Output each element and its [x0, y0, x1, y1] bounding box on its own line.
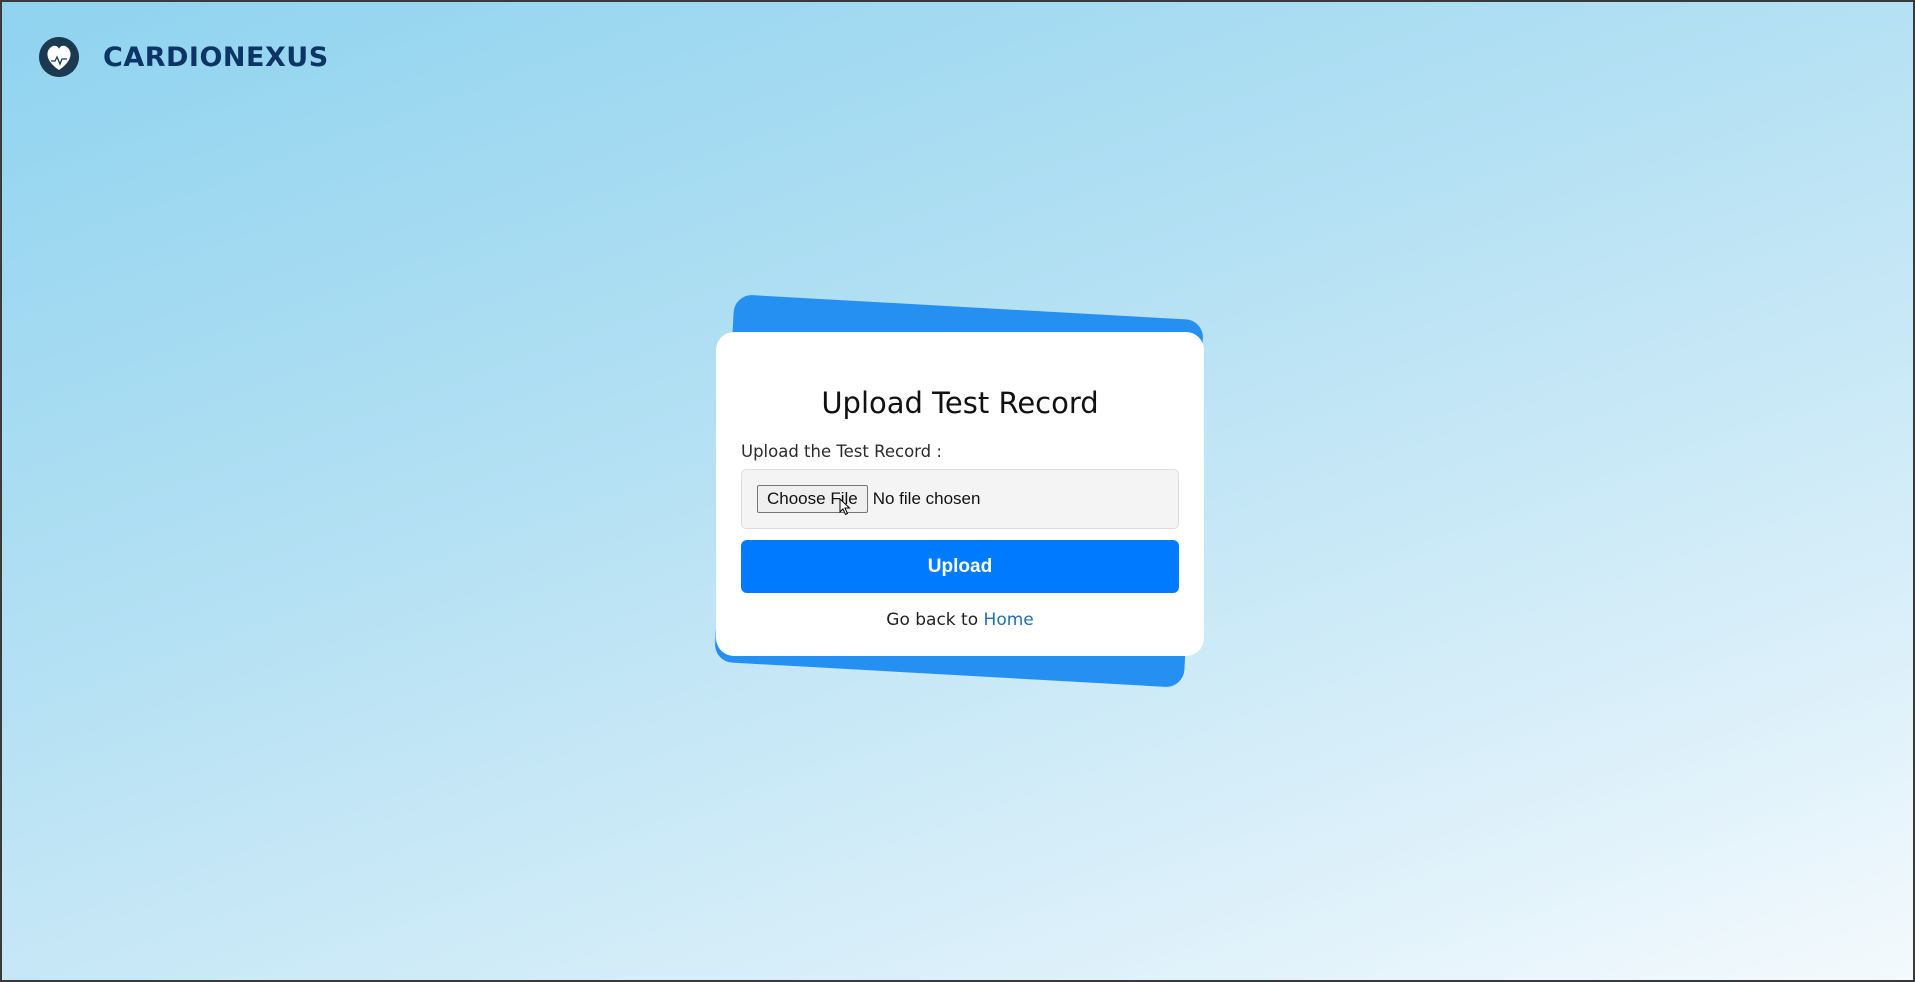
back-to-home: Go back to Home [741, 610, 1179, 630]
file-status-text: No file chosen [872, 489, 981, 508]
page-title: Upload Test Record [821, 386, 1099, 420]
home-link[interactable]: Home [984, 610, 1034, 630]
mouse-pointer-icon [839, 498, 851, 516]
upload-button[interactable]: Upload [741, 540, 1179, 593]
brand-name[interactable]: CARDIONEXUS [103, 42, 329, 73]
upload-card: Upload Test Record Upload the Test Recor… [716, 332, 1204, 656]
back-prefix-text: Go back to [886, 610, 979, 630]
file-field-label: Upload the Test Record : [741, 442, 942, 461]
heart-logo-icon[interactable] [39, 37, 79, 77]
file-input[interactable]: Choose File No file chosen [741, 469, 1179, 529]
brand-header: CARDIONEXUS [39, 37, 329, 77]
choose-file-button[interactable]: Choose File [757, 485, 868, 513]
upload-card-container: Upload Test Record Upload the Test Recor… [714, 294, 1204, 695]
